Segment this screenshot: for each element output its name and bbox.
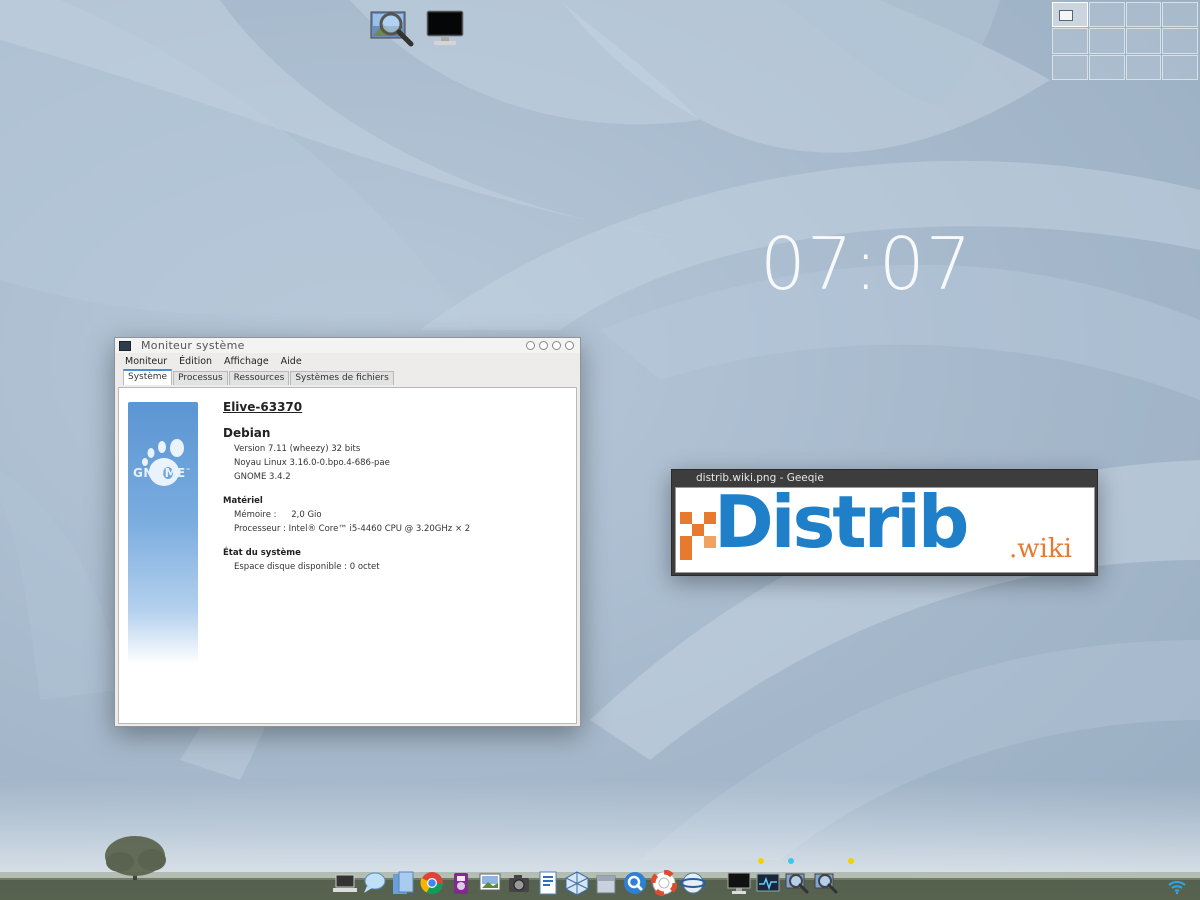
package-icon[interactable] <box>593 870 619 896</box>
system-monitor-dock-icon[interactable] <box>755 870 781 896</box>
tab-systemes-de-fichiers[interactable]: Systèmes de fichiers <box>290 371 394 385</box>
tab-ressources[interactable]: Ressources <box>228 371 290 385</box>
memory-label: Mémoire : <box>234 510 277 520</box>
menu-affichage[interactable]: Affichage <box>218 356 275 367</box>
memory-row: Mémoire : 2,0 Gio <box>234 510 470 520</box>
kernel-version: Noyau Linux 3.16.0-0.bpo.4-686-pae <box>234 458 390 468</box>
workspace-8[interactable] <box>1162 28 1198 54</box>
geeqie-window[interactable]: distrib.wiki.png - Geeqie Distrib .wiki <box>671 469 1098 576</box>
help-lifebuoy-icon[interactable] <box>650 869 678 897</box>
disk-label: Espace disque disponible : <box>234 562 347 572</box>
status-heading: État du système <box>223 548 301 558</box>
virtualbox-icon[interactable] <box>564 870 590 896</box>
tab-systeme[interactable]: Système <box>123 369 173 385</box>
gnome-logo-banner: GNOME™ <box>128 402 198 664</box>
document-icon[interactable] <box>535 870 561 896</box>
system-info-panel: GNOME™ Elive-63370 Debian Version 7.11 (… <box>118 387 577 724</box>
laptop-icon[interactable] <box>332 870 358 896</box>
workspace-6[interactable] <box>1088 28 1125 54</box>
logo-main-text: Distrib <box>714 487 969 564</box>
hardware-heading: Matériel <box>223 496 263 506</box>
gnome-version: GNOME 3.4.2 <box>234 472 291 482</box>
distrib-wiki-image: Distrib .wiki <box>675 487 1095 573</box>
workspace-4[interactable] <box>1162 2 1198 28</box>
monitor-dock-icon[interactable] <box>726 870 752 896</box>
file-manager-icon[interactable] <box>390 870 416 896</box>
workspace-9[interactable] <box>1052 54 1088 80</box>
maximize-button[interactable] <box>539 341 548 350</box>
chrome-icon[interactable] <box>419 870 445 896</box>
running-indicator <box>758 858 764 864</box>
tab-processus[interactable]: Processus <box>173 371 228 385</box>
menu-edition[interactable]: Édition <box>173 356 218 367</box>
media-player-icon[interactable] <box>448 870 474 896</box>
chat-icon[interactable] <box>361 870 387 896</box>
gnome-logo-text: GNOME™ <box>133 466 192 480</box>
window-titlebar[interactable]: Moniteur système <box>115 338 580 353</box>
camera-icon[interactable] <box>506 870 532 896</box>
workspace-7[interactable] <box>1125 28 1162 54</box>
workspace-2[interactable] <box>1088 2 1125 28</box>
desktop: 07:07 Moniteur système Moniteur Édition … <box>0 0 1200 900</box>
menu-moniteur[interactable]: Moniteur <box>119 356 173 367</box>
workspace-11[interactable] <box>1125 54 1162 80</box>
menubar: Moniteur Édition Affichage Aide <box>115 353 580 369</box>
distro-name: Debian <box>223 426 271 440</box>
hostname: Elive-63370 <box>223 400 303 414</box>
image-viewer-dock-icon-2[interactable] <box>784 870 810 896</box>
menu-aide[interactable]: Aide <box>275 356 308 367</box>
disk-value: 0 octet <box>349 562 380 572</box>
shade-button[interactable] <box>552 341 561 350</box>
search-icon[interactable] <box>622 870 648 896</box>
image-viewer-icon[interactable] <box>369 8 414 48</box>
system-monitor-window[interactable]: Moniteur système Moniteur Édition Affich… <box>114 337 581 727</box>
cpu-value: Intel® Core™ i5-4460 CPU @ 3.20GHz × 2 <box>288 524 471 534</box>
cpu-row: Processeur : Intel® Core™ i5-4460 CPU @ … <box>234 524 470 534</box>
image-viewer-dock-icon-3[interactable] <box>813 870 839 896</box>
gnome-foot-icon <box>142 439 184 486</box>
minimize-button[interactable] <box>526 341 535 350</box>
window-title: Moniteur système <box>141 339 245 352</box>
workspace-10[interactable] <box>1088 54 1125 80</box>
dock <box>332 866 839 897</box>
workspace-pager[interactable] <box>1052 2 1198 80</box>
geeqie-title[interactable]: distrib.wiki.png - Geeqie <box>672 470 1097 486</box>
system-info: Elive-63370 Debian Version 7.11 (wheezy)… <box>223 400 470 572</box>
disk-row: Espace disque disponible : 0 octet <box>234 562 470 572</box>
workspace-5[interactable] <box>1052 28 1088 54</box>
app-icon <box>119 340 131 351</box>
workspace-3[interactable] <box>1125 2 1162 28</box>
logo-suffix-text: .wiki <box>1009 534 1072 564</box>
running-indicator <box>788 858 794 864</box>
wifi-icon[interactable] <box>1168 880 1186 894</box>
monitor-icon[interactable] <box>425 8 469 48</box>
image-viewer-dock-icon[interactable] <box>477 870 503 896</box>
desktop-clock: 07:07 <box>760 222 973 306</box>
web-browser-icon[interactable] <box>680 870 706 896</box>
memory-value: 2,0 Gio <box>291 510 322 520</box>
close-button[interactable] <box>565 341 574 350</box>
workspace-12[interactable] <box>1162 54 1198 80</box>
cpu-label: Processeur : <box>234 524 286 534</box>
running-indicator <box>848 858 854 864</box>
distro-version: Version 7.11 (wheezy) 32 bits <box>234 444 361 454</box>
tab-bar: Système Processus Ressources Systèmes de… <box>115 369 580 385</box>
workspace-1[interactable] <box>1052 2 1088 28</box>
